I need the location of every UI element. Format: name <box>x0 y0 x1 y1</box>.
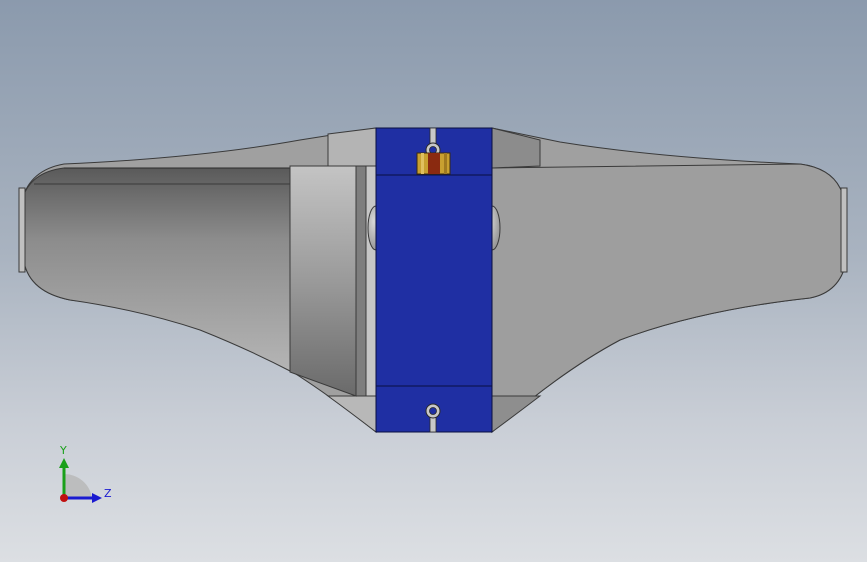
z-axis-label: Z <box>104 487 112 500</box>
y-axis-label: Y <box>59 444 67 457</box>
motor-cylinder <box>21 167 293 373</box>
y-axis-arrowhead <box>59 458 69 468</box>
right-end-cap <box>840 187 848 273</box>
housing-top-bevel-right <box>491 127 541 169</box>
output-gear[interactable] <box>416 152 451 175</box>
housing-bottom-bevel-left <box>326 395 377 434</box>
collar-ring-lip <box>365 165 377 397</box>
housing-bottom-bevel-right <box>491 395 542 433</box>
orientation-triad[interactable]: Y Z <box>40 440 160 520</box>
x-axis-origin <box>60 494 68 502</box>
collar-ring-face <box>355 165 367 397</box>
housing-right-face <box>491 163 847 434</box>
z-axis-arrowhead <box>92 493 102 503</box>
collar-ring <box>289 165 357 397</box>
housing-top-bevel-left <box>327 127 377 167</box>
left-end-cap <box>18 187 26 273</box>
graphics-viewport[interactable]: Y Z <box>0 0 867 562</box>
triad-plane <box>64 473 92 498</box>
